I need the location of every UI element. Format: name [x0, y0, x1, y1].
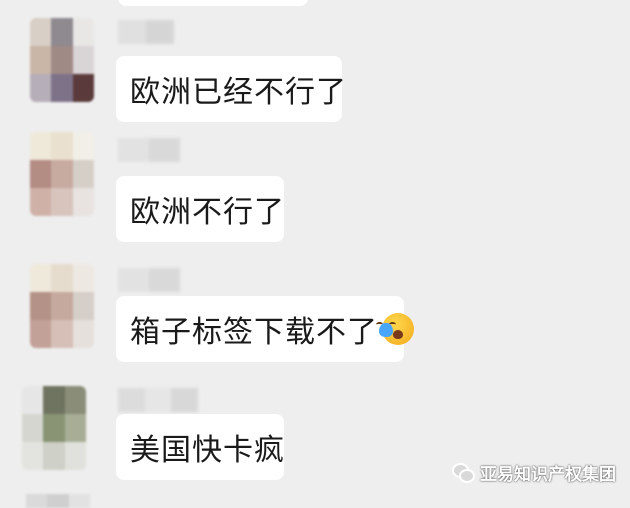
sender-name-blurred: [118, 268, 180, 292]
loudly-crying-face-emoji: [376, 313, 414, 345]
message-text: 欧洲不行了: [130, 195, 285, 230]
sender-name-blurred: [118, 388, 199, 412]
avatar[interactable]: [30, 264, 94, 348]
previous-message-bubble: [118, 0, 308, 6]
avatar[interactable]: [30, 132, 94, 216]
avatar[interactable]: [30, 18, 94, 102]
message-bubble[interactable]: 箱子标签下载不了: [116, 296, 414, 362]
avatar-partial: [26, 494, 90, 508]
message-text: 美国快卡疯: [130, 433, 285, 468]
wechat-icon: [452, 461, 475, 483]
watermark: 亚易知识产权集团: [452, 459, 616, 485]
sender-name-blurred: [118, 138, 180, 162]
message-text: 欧洲已经不行了: [130, 75, 347, 110]
message-bubble[interactable]: 欧洲不行了: [116, 176, 284, 242]
sender-name-blurred: [118, 20, 174, 44]
avatar[interactable]: [22, 386, 86, 470]
message-bubble[interactable]: 欧洲已经不行了: [116, 56, 346, 122]
message-bubble[interactable]: 美国快卡疯: [116, 414, 284, 480]
message-text: 箱子标签下载不了: [130, 315, 378, 350]
watermark-text: 亚易知识产权集团: [480, 464, 616, 485]
